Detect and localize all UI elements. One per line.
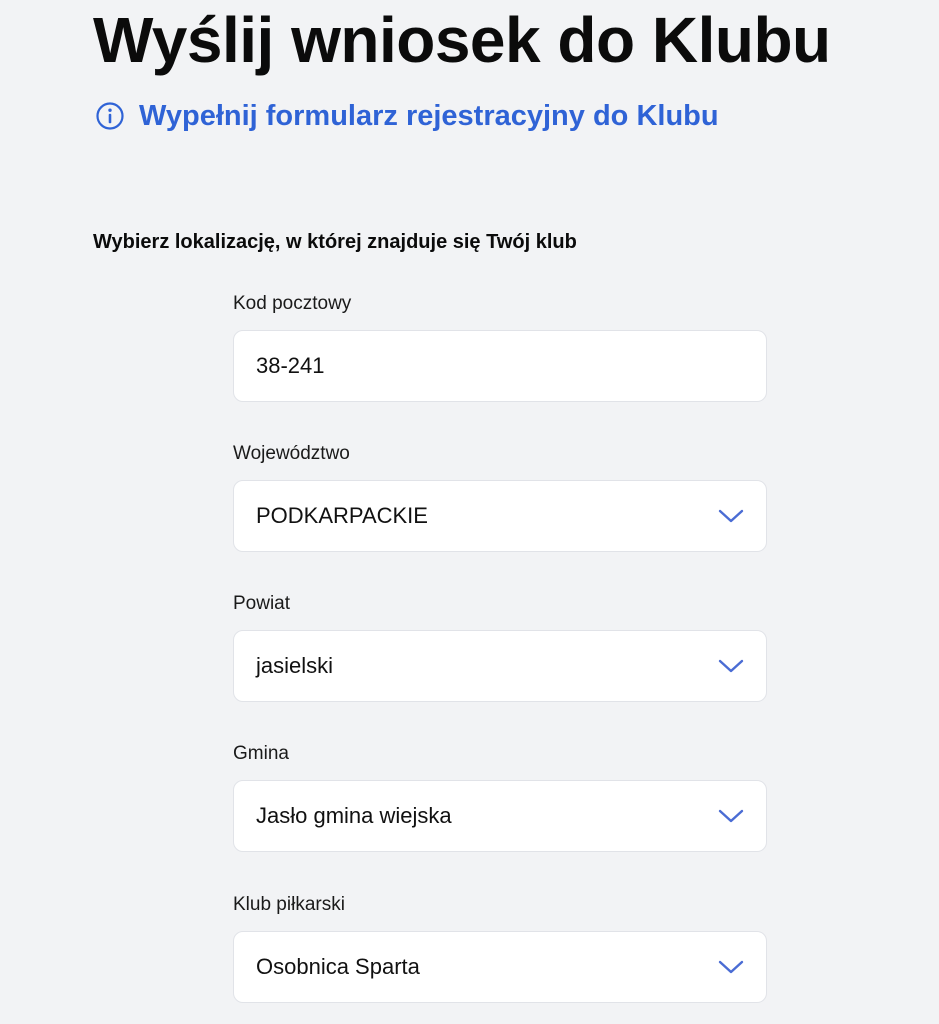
postal-code-value: 38-241 <box>256 353 325 378</box>
location-section-heading: Wybierz lokalizację, w której znajduje s… <box>93 231 577 253</box>
registration-form-link[interactable]: Wypełnij formularz rejestracyjny do Klub… <box>95 98 719 134</box>
chevron-down-icon <box>718 959 744 975</box>
municipality-value: Jasło gmina wiejska <box>256 803 452 828</box>
municipality-field: Gmina Jasło gmina wiejska <box>233 742 767 852</box>
county-label: Powiat <box>233 593 291 614</box>
page-title: Wyślij wniosek do Klubu <box>93 4 831 76</box>
postal-code-field: Kod pocztowy 38-241 <box>233 292 767 402</box>
football-club-label: Klub piłkarski <box>233 894 345 915</box>
municipality-select[interactable]: Jasło gmina wiejska <box>233 780 767 852</box>
football-club-select[interactable]: Osobnica Sparta <box>233 931 767 1003</box>
chevron-down-icon <box>718 508 744 524</box>
football-club-field: Klub piłkarski Osobnica Sparta <box>233 893 767 1003</box>
registration-form-link-label: Wypełnij formularz rejestracyjny do Klub… <box>139 100 719 132</box>
county-field: Powiat jasielski <box>233 592 767 702</box>
voivodeship-select[interactable]: PODKARPACKIE <box>233 480 767 552</box>
postal-code-label: Kod pocztowy <box>233 293 352 314</box>
voivodeship-value: PODKARPACKIE <box>256 503 428 528</box>
municipality-label: Gmina <box>233 743 289 764</box>
voivodeship-field: Województwo PODKARPACKIE <box>233 442 767 552</box>
voivodeship-label: Województwo <box>233 443 350 464</box>
info-circle-icon <box>95 101 125 131</box>
chevron-down-icon <box>718 808 744 824</box>
football-club-value: Osobnica Sparta <box>256 954 420 979</box>
county-select[interactable]: jasielski <box>233 630 767 702</box>
chevron-down-icon <box>718 658 744 674</box>
postal-code-input[interactable]: 38-241 <box>233 330 767 402</box>
county-value: jasielski <box>256 653 334 678</box>
